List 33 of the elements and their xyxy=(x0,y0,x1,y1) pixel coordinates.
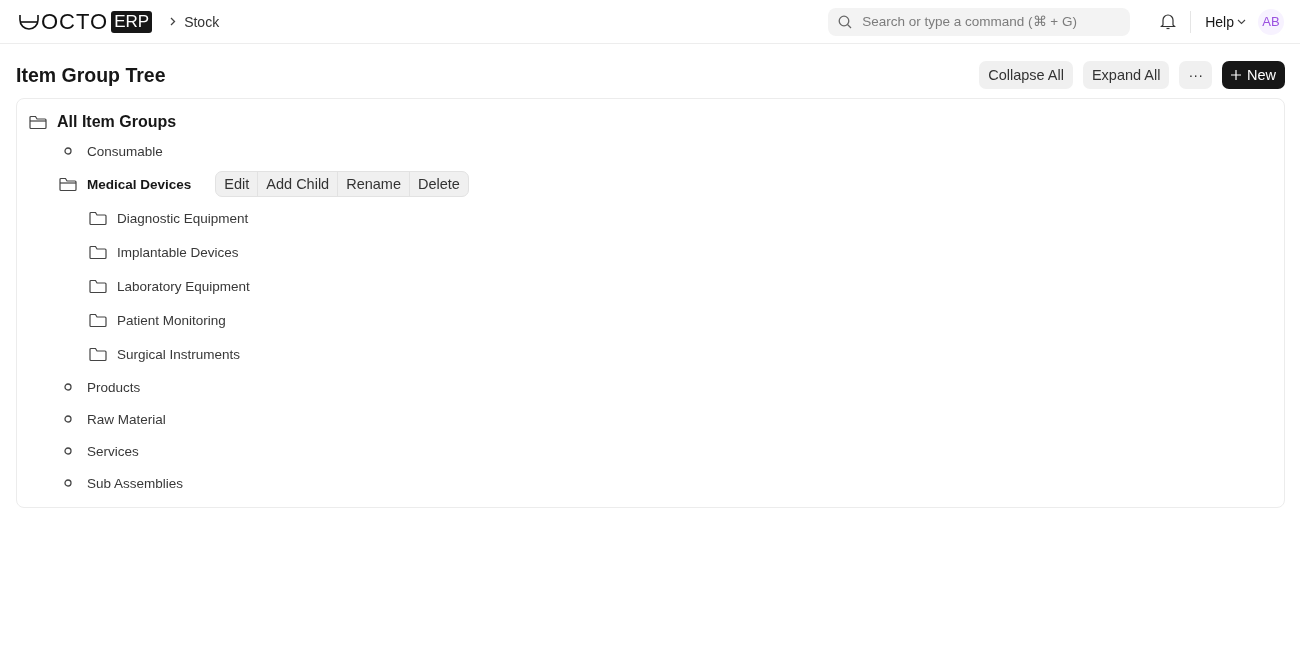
page-title: Item Group Tree xyxy=(16,63,167,87)
logo-mark-icon xyxy=(18,12,40,31)
tree-node-label[interactable]: Implantable Devices xyxy=(117,244,239,260)
tree-node-label[interactable]: Raw Material xyxy=(87,411,166,427)
tree-node-label[interactable]: Surgical Instruments xyxy=(117,346,241,362)
tree-node-label[interactable]: Sub Assemblies xyxy=(87,475,184,491)
tree-node-label[interactable]: All Item Groups xyxy=(57,113,177,131)
toolbar-button[interactable]: Collapse All xyxy=(979,61,1073,89)
new-button[interactable]: New xyxy=(1222,61,1285,89)
tree-node-label[interactable]: Products xyxy=(87,379,141,395)
node-action-button[interactable]: Delete xyxy=(409,172,468,196)
tree-node-label[interactable]: Consumable xyxy=(87,143,163,159)
plus-icon xyxy=(1231,70,1241,80)
search-icon xyxy=(838,14,853,29)
node-action-button[interactable]: Rename xyxy=(337,172,409,196)
tree-node-label[interactable]: Medical Devices xyxy=(87,176,192,192)
tree-node-label[interactable]: Services xyxy=(87,443,139,459)
help-menu-button[interactable]: Help xyxy=(1205,13,1246,30)
toolbar-button[interactable]: ··· xyxy=(1179,61,1212,89)
logo-badge: ERP xyxy=(111,10,153,33)
tree-node-label[interactable]: Patient Monitoring xyxy=(117,312,226,328)
caret-icon xyxy=(1237,18,1246,25)
logo-text: OCTO xyxy=(41,8,109,35)
bell-icon[interactable] xyxy=(1160,13,1177,30)
tree-node-label[interactable]: Laboratory Equipment xyxy=(117,278,250,294)
node-action-button[interactable]: Add Child xyxy=(257,172,338,196)
search-field[interactable]: Search or type a command (⌘ + G) xyxy=(828,7,1131,36)
chevron-right-icon xyxy=(170,17,177,26)
tree-node-label[interactable]: Diagnostic Equipment xyxy=(117,210,249,226)
user-avatar[interactable]: AB xyxy=(1258,8,1284,35)
node-action-button[interactable]: Edit xyxy=(216,172,258,196)
toolbar-button[interactable]: Expand All xyxy=(1082,61,1170,89)
breadcrumb-link[interactable]: Stock xyxy=(184,13,220,30)
